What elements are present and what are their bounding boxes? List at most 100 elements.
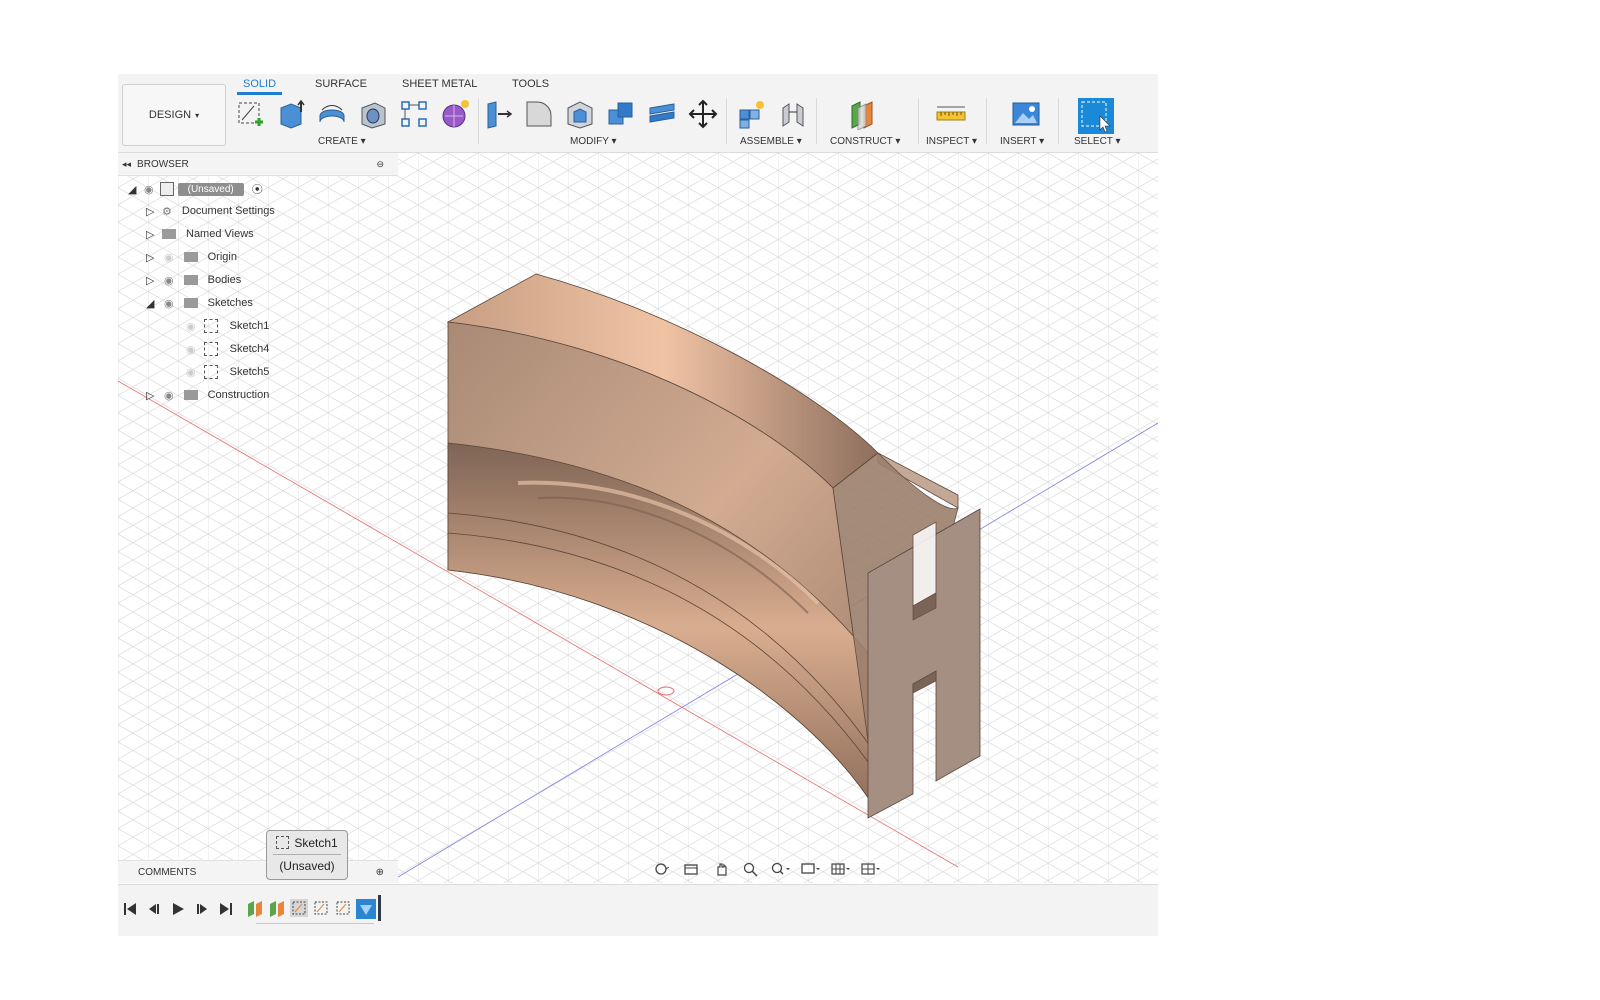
- tab-solid[interactable]: SOLID: [237, 78, 283, 95]
- create-sketch-icon[interactable]: [234, 98, 266, 130]
- tab-tools[interactable]: TOOLS: [512, 78, 549, 90]
- select-icon[interactable]: [1078, 98, 1114, 134]
- timeline-track: [256, 923, 374, 924]
- add-comment-icon[interactable]: ⊕: [376, 867, 384, 878]
- collapsed-triangle-icon[interactable]: ▷: [146, 274, 156, 287]
- tree-root[interactable]: ◢ ◉ (Unsaved) ⦿: [128, 179, 263, 199]
- construct-menu[interactable]: CONSTRUCT ▾: [830, 136, 900, 147]
- tree-item-sketches[interactable]: ◢ ◉ Sketches: [146, 293, 253, 313]
- toolbar-divider: [918, 98, 919, 144]
- eye-icon[interactable]: ◉: [144, 183, 154, 196]
- move-icon[interactable]: [687, 98, 719, 130]
- expanded-triangle-icon[interactable]: ◢: [128, 183, 138, 196]
- folder-icon: [183, 298, 198, 308]
- workspace-switcher[interactable]: DESIGN ▾: [122, 84, 226, 146]
- assemble-menu[interactable]: ASSEMBLE ▾: [740, 136, 802, 147]
- play-icon[interactable]: [170, 901, 186, 917]
- eye-hidden-icon[interactable]: ◉: [186, 320, 196, 333]
- timeline-sweep-icon[interactable]: [356, 899, 376, 919]
- tree-item-construction[interactable]: ▷ ◉ Construction: [146, 385, 269, 405]
- extrude-icon[interactable]: [275, 98, 307, 130]
- tree-item-origin[interactable]: ▷ ◉ Origin: [146, 247, 237, 267]
- eye-icon[interactable]: ◉: [164, 274, 174, 287]
- shell-icon[interactable]: [564, 98, 596, 130]
- measure-icon[interactable]: [935, 98, 967, 130]
- combine-icon[interactable]: [605, 98, 637, 130]
- toolbar-divider: [478, 98, 479, 144]
- step-back-icon[interactable]: [146, 901, 162, 917]
- tooltip-name: Sketch1: [294, 835, 338, 850]
- orbit-icon[interactable]: [650, 860, 672, 878]
- tree-item-sketch5[interactable]: ◉ Sketch5: [186, 362, 269, 382]
- joint-icon[interactable]: [777, 98, 809, 130]
- timeline-sketch-icon[interactable]: [290, 899, 308, 917]
- viewports-icon[interactable]: [860, 860, 882, 878]
- insert-image-icon[interactable]: [1010, 98, 1042, 130]
- tab-sheet-metal[interactable]: SHEET METAL: [402, 78, 477, 90]
- eye-icon[interactable]: ◉: [164, 389, 174, 402]
- inspect-menu[interactable]: INSPECT ▾: [926, 136, 977, 147]
- eye-hidden-icon[interactable]: ◉: [186, 343, 196, 356]
- grid-settings-icon[interactable]: [830, 860, 852, 878]
- timeline-sketch-icon[interactable]: [312, 899, 330, 917]
- collapsed-triangle-icon[interactable]: ▷: [146, 389, 156, 402]
- tree-item-sketch4[interactable]: ◉ Sketch4: [186, 339, 269, 359]
- tree-item-sketch1[interactable]: ◉ Sketch1: [186, 316, 269, 336]
- hole-icon[interactable]: [357, 98, 389, 130]
- pattern-icon[interactable]: [398, 98, 430, 130]
- display-settings-icon[interactable]: [800, 860, 822, 878]
- collapse-icon[interactable]: ◂◂: [122, 159, 131, 170]
- new-component-icon[interactable]: [736, 98, 768, 130]
- fit-icon[interactable]: [770, 860, 792, 878]
- tree-item-named-views[interactable]: ▷ Named Views: [146, 224, 254, 244]
- tree-item-label: Document Settings: [181, 205, 275, 217]
- tree-item-document-settings[interactable]: ▷ ⚙ Document Settings: [146, 201, 275, 221]
- collapsed-triangle-icon[interactable]: ▷: [146, 251, 156, 264]
- insert-menu[interactable]: INSERT ▾: [1000, 136, 1044, 147]
- sketch-icon: [203, 342, 218, 356]
- create-menu[interactable]: CREATE ▾: [318, 136, 366, 147]
- tree-item-label: Sketch4: [229, 343, 270, 355]
- gear-icon: ⚙: [162, 205, 172, 218]
- timeline: [118, 884, 1158, 936]
- browser-header: ◂◂ BROWSER ⊖: [118, 153, 398, 176]
- press-pull-icon[interactable]: [482, 98, 514, 130]
- collapsed-triangle-icon[interactable]: ▷: [146, 228, 156, 241]
- browser-title: BROWSER: [137, 158, 189, 170]
- eye-hidden-icon[interactable]: ◉: [164, 251, 174, 264]
- browser-options-icon[interactable]: ⊖: [376, 159, 384, 170]
- toolbar-divider: [726, 98, 727, 144]
- revolve-icon[interactable]: [316, 98, 348, 130]
- go-to-start-icon[interactable]: [122, 901, 138, 917]
- step-forward-icon[interactable]: [194, 901, 210, 917]
- offset-face-icon[interactable]: [646, 98, 678, 130]
- timeline-plane-icon[interactable]: [246, 899, 264, 917]
- sketch-icon: [203, 365, 218, 379]
- collapsed-triangle-icon[interactable]: ▷: [146, 205, 156, 218]
- tree-item-bodies[interactable]: ▷ ◉ Bodies: [146, 270, 241, 290]
- fillet-icon[interactable]: [523, 98, 555, 130]
- offset-plane-icon[interactable]: [846, 98, 878, 130]
- zoom-icon[interactable]: [740, 860, 762, 878]
- pan-icon[interactable]: [710, 860, 732, 878]
- folder-icon: [183, 275, 198, 285]
- sketch-icon: [203, 319, 218, 333]
- look-at-icon[interactable]: [680, 860, 702, 878]
- timeline-marker[interactable]: [378, 895, 381, 921]
- modify-menu[interactable]: MODIFY ▾: [570, 136, 617, 147]
- workspace-label: DESIGN: [148, 109, 192, 121]
- timeline-sketch-icon[interactable]: [334, 899, 352, 917]
- eye-icon[interactable]: ◉: [164, 297, 174, 310]
- create-form-icon[interactable]: [439, 98, 471, 130]
- activate-radio-icon[interactable]: ⦿: [252, 181, 263, 197]
- eye-hidden-icon[interactable]: ◉: [186, 366, 196, 379]
- expanded-triangle-icon[interactable]: ◢: [146, 297, 156, 310]
- tab-surface[interactable]: SURFACE: [315, 78, 367, 90]
- fusion-window: DESIGN ▾ SOLID SURFACE SHEET METAL TOOLS…: [118, 74, 1158, 936]
- comments-title: COMMENTS: [138, 866, 197, 878]
- folder-icon: [183, 252, 198, 262]
- go-to-end-icon[interactable]: [218, 901, 234, 917]
- select-menu[interactable]: SELECT ▾: [1074, 136, 1121, 147]
- tooltip-state: (Unsaved): [279, 859, 335, 873]
- timeline-plane-icon[interactable]: [268, 899, 286, 917]
